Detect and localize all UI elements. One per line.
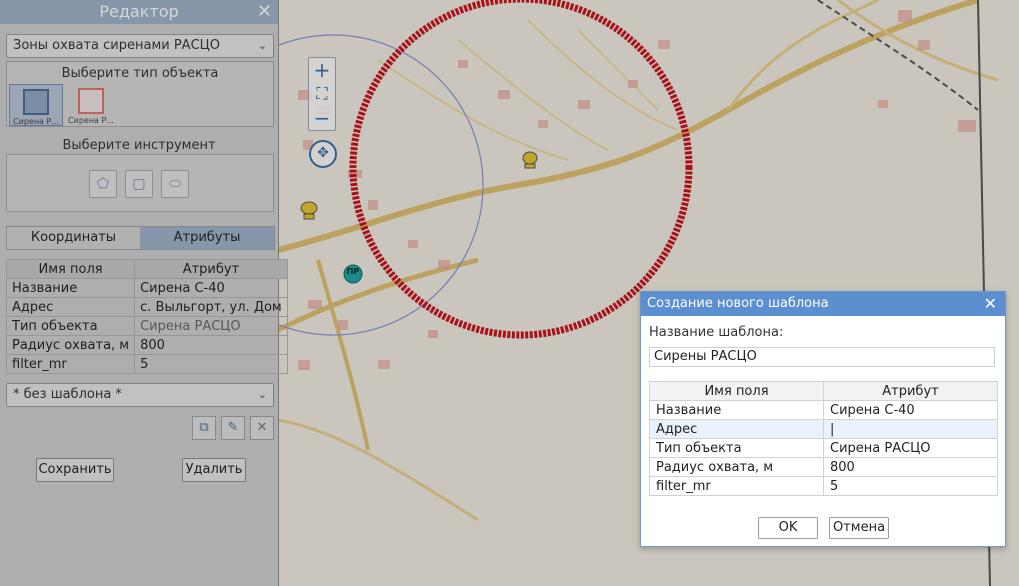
header-attribute: Атрибут <box>823 381 998 401</box>
field-value[interactable]: 800 <box>134 335 288 355</box>
cancel-button[interactable]: Отмена <box>829 517 889 539</box>
field-name: Название <box>5 278 136 298</box>
layer-select[interactable]: Зоны охвата сиренами РАСЦО ⌄ <box>6 34 274 58</box>
field-value[interactable]: Сирена С-40 <box>134 278 288 298</box>
field-name: Адрес <box>649 419 824 439</box>
table-row: Адрес | <box>649 419 998 439</box>
layer-select-value: Зоны охвата сиренами РАСЦО <box>13 38 220 53</box>
template-attribute-table: Имя поля Атрибут Название Сирена С-40 Ад… <box>649 381 998 496</box>
field-name: filter_mr <box>649 476 824 496</box>
poi-marker-label[interactable]: ПР <box>344 267 362 276</box>
new-template-dialog: Создание нового шаблона ✕ Название шабло… <box>640 291 1006 547</box>
edit-template-icon[interactable]: ✎ <box>221 416 245 440</box>
object-type-siren-2[interactable]: Сирена Р... <box>65 84 117 125</box>
field-name: Тип объекта <box>5 316 136 336</box>
field-value[interactable]: 800 <box>823 457 998 477</box>
close-icon[interactable]: ✕ <box>984 292 997 316</box>
field-value[interactable]: 5 <box>134 354 288 374</box>
editor-panel: Редактор ✕ Зоны охвата сиренами РАСЦО ⌄ … <box>0 0 288 586</box>
field-name: Радиус охвата, м <box>5 335 136 355</box>
table-row: Название Сирена С-40 <box>649 400 998 420</box>
chevron-down-icon: ⌄ <box>257 39 267 52</box>
dialog-header: Создание нового шаблона ✕ <box>641 292 1005 316</box>
tab-attributes[interactable]: Атрибуты <box>140 227 274 249</box>
tab-bar: Координаты Атрибуты <box>6 226 275 250</box>
ok-button[interactable]: OK <box>758 517 818 539</box>
table-row: Тип объекта Сирена РАСЦО <box>5 316 288 336</box>
header-field-name: Имя поля <box>5 259 136 279</box>
editor-header: Редактор ✕ <box>0 0 278 24</box>
table-row: Тип объекта Сирена РАСЦО <box>649 438 998 458</box>
polygon-icon <box>78 88 104 114</box>
copy-template-icon[interactable]: ⧉ <box>192 416 216 440</box>
polygon-tool-icon[interactable]: ⬠ <box>89 170 117 198</box>
object-type-siren-1[interactable]: Сирена Р... <box>9 84 63 126</box>
fullscreen-icon[interactable]: ⛶ <box>309 82 335 106</box>
ellipse-tool-icon[interactable]: ⬭ <box>161 170 189 198</box>
save-button[interactable]: Сохранить <box>36 458 114 482</box>
tool-box: ⬠ ▢ ⬭ <box>6 154 274 212</box>
table-row: Название Сирена С-40 <box>5 278 288 298</box>
tool-label: Выберите инструмент <box>62 138 216 153</box>
delete-template-icon[interactable]: ✕ <box>250 416 274 440</box>
editor-title: Редактор <box>99 2 179 21</box>
object-type-label-1: Сирена Р... <box>13 117 59 126</box>
zoom-in-icon[interactable]: + <box>309 58 335 82</box>
field-value[interactable]: 5 <box>823 476 998 496</box>
header-field-name: Имя поля <box>649 381 824 401</box>
compass-icon[interactable]: ✥ <box>309 140 337 168</box>
coverage-circle <box>349 0 693 339</box>
object-type-label: Выберите тип объекта <box>61 66 219 81</box>
header-attribute: Атрибут <box>134 259 288 279</box>
field-name: Адрес <box>5 297 136 317</box>
chevron-down-icon: ⌄ <box>257 388 267 401</box>
template-select-value: * без шаблона * <box>13 387 122 402</box>
siren-icon-1 <box>522 151 538 169</box>
delete-button[interactable]: Удалить <box>182 458 246 482</box>
field-name: Тип объекта <box>649 438 824 458</box>
object-type-label-2: Сирена Р... <box>68 116 114 125</box>
attribute-table: Имя поля Атрибут Название Сирена С-40 Ад… <box>5 259 288 374</box>
rectangle-tool-icon[interactable]: ▢ <box>125 170 153 198</box>
table-row: filter_mr 5 <box>5 354 288 374</box>
zoom-control: + ⛶ − <box>308 57 336 131</box>
field-value[interactable]: Сирена С-40 <box>823 400 998 420</box>
template-name-label: Название шаблона: <box>649 325 784 340</box>
zoom-out-icon[interactable]: − <box>309 106 335 130</box>
field-name: Радиус охвата, м <box>649 457 824 477</box>
tab-coordinates[interactable]: Координаты <box>7 227 140 249</box>
field-value: Сирена РАСЦО <box>134 316 288 336</box>
field-value[interactable]: | <box>823 419 998 439</box>
field-name: filter_mr <box>5 354 136 374</box>
table-row: Радиус охвата, м 800 <box>649 457 998 477</box>
siren-icon-2 <box>300 201 318 220</box>
template-select[interactable]: * без шаблона * ⌄ <box>6 383 274 407</box>
object-type-box: Выберите тип объекта Сирена Р... Сирена … <box>6 61 274 127</box>
close-icon[interactable]: ✕ <box>257 0 272 24</box>
table-row: Радиус охвата, м 800 <box>5 335 288 355</box>
template-name-input[interactable]: Сирены РАСЦО <box>649 347 995 367</box>
field-value[interactable]: с. Выльгорт, ул. Дом <box>134 297 288 317</box>
dialog-title: Создание нового шаблона <box>647 296 829 311</box>
field-name: Название <box>649 400 824 420</box>
polygon-icon <box>23 89 49 115</box>
field-value[interactable]: Сирена РАСЦО <box>823 438 998 458</box>
table-row: filter_mr 5 <box>649 476 998 496</box>
table-row: Адрес с. Выльгорт, ул. Дом <box>5 297 288 317</box>
